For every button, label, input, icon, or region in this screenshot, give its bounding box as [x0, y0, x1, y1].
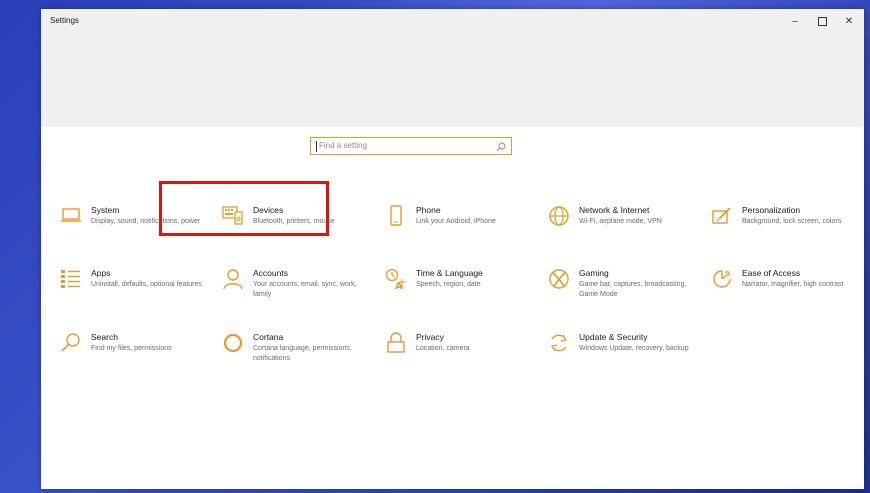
lock-icon [387, 332, 405, 353]
tile-label: System [91, 205, 120, 215]
maximize-icon [817, 16, 827, 26]
xbox-icon [549, 269, 569, 289]
maximize-button[interactable] [808, 11, 836, 31]
tile-description: Location, camera [416, 345, 470, 352]
language-icon: A [385, 268, 406, 290]
phone-icon [390, 205, 402, 226]
tile-personalization[interactable]: Personalization Background, lock screen,… [711, 205, 870, 255]
tile-description: Find my files, permissions [91, 345, 172, 352]
title-bar: Settings – ✕ [41, 9, 864, 127]
tile-label: Privacy [416, 332, 444, 342]
tile-label: Ease of Access [742, 268, 801, 278]
search-magnifier-icon [496, 142, 506, 152]
text-caret [316, 141, 317, 152]
tile-label: Network & Internet [579, 205, 650, 215]
devices-highlight-box [159, 181, 329, 236]
tile-label: Accounts [253, 268, 288, 278]
tile-label: Search [91, 332, 118, 342]
tile-description: Background, lock screen, colors [742, 218, 842, 225]
search-icon [61, 333, 80, 352]
ease-of-access-icon [713, 270, 731, 288]
tile-description: Wi-Fi, airplane mode, VPN [579, 218, 662, 225]
laptop-icon [61, 208, 81, 222]
cortana-icon [223, 333, 243, 353]
person-icon [223, 269, 243, 290]
tile-update-security[interactable]: Update & Security Windows Update, recove… [548, 332, 708, 382]
minimize-button[interactable]: – [781, 11, 809, 31]
tile-description: Cortana language, permissions, notificat… [253, 345, 352, 362]
tile-description: Uninstall, defaults, optional features [91, 281, 202, 288]
tile-apps[interactable]: Apps Uninstall, defaults, optional featu… [60, 268, 220, 318]
tile-description: Narrator, magnifier, high contrast [742, 281, 844, 288]
tile-description: Link your Android, iPhone [416, 218, 496, 225]
search-placeholder: Find a setting [319, 141, 368, 150]
tile-search[interactable]: Search Find my files, permissions [60, 332, 220, 382]
tile-label: Personalization [742, 205, 801, 215]
tile-phone[interactable]: Phone Link your Android, iPhone [385, 205, 545, 255]
tile-description: Your accounts, email, sync, work, family [253, 281, 357, 298]
tile-gaming[interactable]: Gaming Game bar, captures, broadcasting,… [548, 268, 708, 318]
tile-label: Cortana [253, 332, 284, 342]
tile-label: Phone [416, 205, 441, 215]
tile-privacy[interactable]: Privacy Location, camera [385, 332, 545, 382]
tile-description: Speech, region, date [416, 281, 481, 288]
search-input[interactable]: Find a setting [310, 137, 512, 155]
globe-icon [549, 206, 569, 226]
sync-icon [551, 334, 567, 352]
close-button[interactable]: ✕ [835, 11, 863, 31]
paint-icon [712, 207, 731, 224]
tile-network-internet[interactable]: Network & Internet Wi-Fi, airplane mode,… [548, 205, 708, 255]
tile-description: Game bar, captures, broadcasting, Game M… [579, 281, 687, 298]
list-icon [61, 270, 80, 288]
tile-accounts[interactable]: Accounts Your accounts, email, sync, wor… [222, 268, 382, 318]
tile-label: Update & Security [579, 332, 648, 342]
window-title: Settings [50, 16, 79, 25]
tile-label: Gaming [579, 268, 609, 278]
tile-ease-of-access[interactable]: Ease of Access Narrator, magnifier, high… [711, 268, 870, 318]
tile-cortana[interactable]: Cortana Cortana language, permissions, n… [222, 332, 382, 382]
tile-label: Apps [91, 268, 111, 278]
tile-label: Time & Language [416, 268, 483, 278]
tile-time-language[interactable]: A Time & Language Speech, region, date [385, 268, 545, 318]
tile-description: Windows Update, recovery, backup [579, 345, 689, 352]
